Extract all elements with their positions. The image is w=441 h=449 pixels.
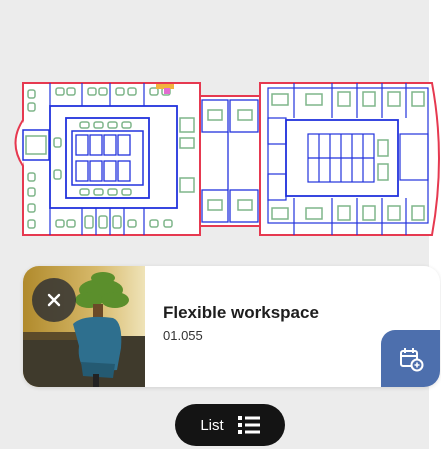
space-name: Flexible workspace xyxy=(163,303,319,322)
list-view-button[interactable]: List xyxy=(175,404,285,446)
left-wing xyxy=(14,82,201,236)
space-detail-card[interactable]: Flexible workspace 01.055 xyxy=(23,266,440,387)
calendar-add-icon xyxy=(399,347,423,371)
list-icon xyxy=(237,416,260,434)
space-code: 01.055 xyxy=(163,328,203,343)
floor-plan-map[interactable] xyxy=(14,78,441,242)
close-icon xyxy=(47,293,61,307)
close-button[interactable] xyxy=(32,278,76,322)
list-button-label: List xyxy=(200,416,224,434)
book-space-button[interactable] xyxy=(381,330,440,387)
right-wing xyxy=(259,82,440,236)
